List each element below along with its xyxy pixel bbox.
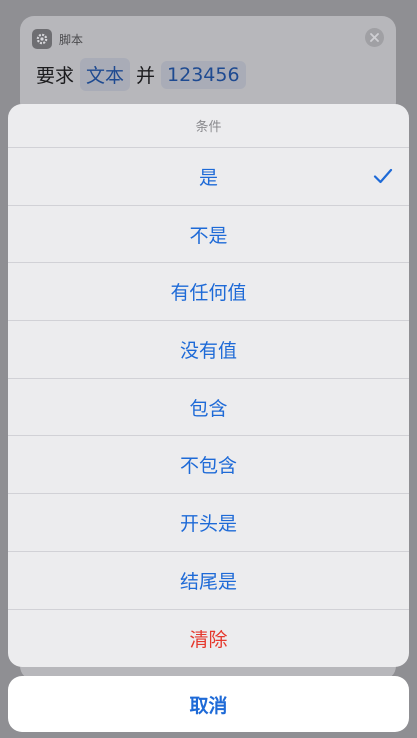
clear-button[interactable]: 清除	[8, 610, 409, 668]
action-card-header: 脚本	[32, 28, 83, 50]
option-label: 不是	[189, 224, 228, 247]
action-parameters-row: 要求 文本 并 123456	[36, 58, 252, 91]
gear-icon	[32, 29, 52, 49]
background-action-card: 脚本 要求 文本 并 123456	[20, 16, 396, 116]
option-label: 结尾是	[179, 570, 237, 593]
cancel-button[interactable]: 取消	[8, 676, 409, 732]
condition-option[interactable]: 结尾是	[8, 552, 409, 610]
option-label: 包含	[189, 397, 228, 420]
condition-option[interactable]: 包含	[8, 379, 409, 437]
parameter-value-pill[interactable]: 123456	[161, 60, 246, 89]
option-label: 有任何值	[170, 282, 247, 305]
condition-option[interactable]: 不是	[8, 206, 409, 264]
app-name: 脚本	[59, 32, 84, 47]
option-label: 没有值	[179, 339, 237, 362]
checkmark-icon	[373, 169, 393, 184]
option-label: 开头是	[179, 512, 237, 535]
condition-option[interactable]: 开头是	[8, 494, 409, 552]
sheet-title: 条件	[8, 104, 409, 148]
condition-option[interactable]: 有任何值	[8, 263, 409, 322]
condition-action-sheet: 条件 是不是有任何值没有值包含不包含开头是结尾是清除	[8, 104, 409, 667]
action-connector: 并	[136, 65, 156, 87]
parameter-text-pill[interactable]: 文本	[80, 58, 131, 91]
action-prefix: 要求	[36, 65, 75, 87]
option-label: 不包含	[179, 455, 237, 478]
option-label: 是	[198, 166, 218, 189]
condition-option[interactable]: 不包含	[8, 436, 409, 495]
option-label: 清除	[189, 628, 228, 651]
condition-option[interactable]: 没有值	[8, 321, 409, 379]
close-icon[interactable]	[365, 28, 384, 47]
condition-option[interactable]: 是	[8, 148, 409, 206]
